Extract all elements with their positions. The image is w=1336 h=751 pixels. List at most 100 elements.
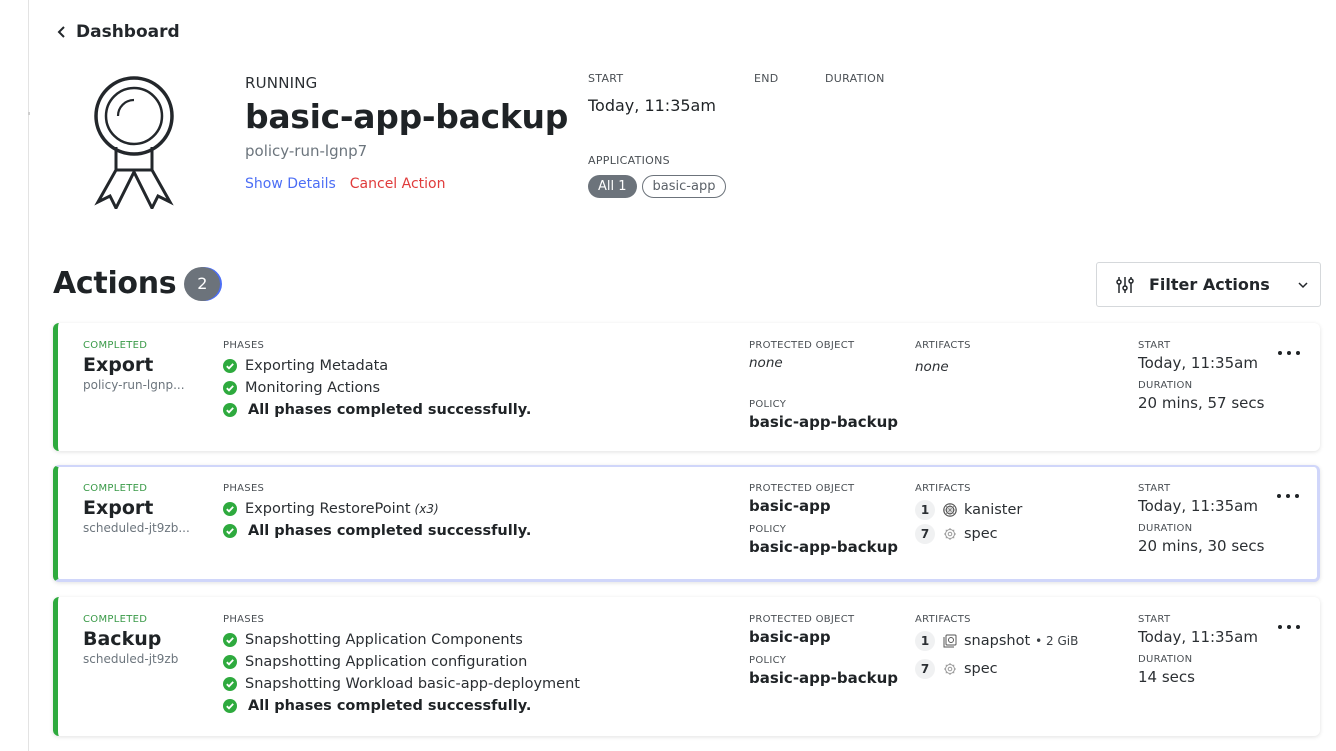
actions-title: Actions <box>53 266 177 301</box>
start-value: Today, 11:35am <box>1138 354 1258 372</box>
run-duration: DURATION <box>825 72 885 96</box>
protected-object-label: PROTECTED OBJECT <box>749 483 855 494</box>
artifact-count: 1 <box>915 631 935 651</box>
artifacts-label: ARTIFACTS <box>915 614 971 625</box>
phase-text: Snapshotting Application configuration <box>245 654 528 670</box>
phase-text: Snapshotting Application Components <box>245 632 523 648</box>
applications: APPLICATIONS All 1 basic-app <box>588 154 727 198</box>
start-value: Today, 11:35am <box>588 96 716 115</box>
check-circle-icon <box>223 359 237 373</box>
phase-text: All phases completed successfully. <box>248 402 532 418</box>
artifact-name: spec <box>964 526 998 542</box>
phase-text: All phases completed successfully. <box>248 698 532 714</box>
phase-item: Snapshotting Application configuration <box>223 651 580 673</box>
action-status: COMPLETED <box>83 614 148 625</box>
artifact-name: kanister <box>964 502 1023 518</box>
artifact-item[interactable]: 1 kanister <box>915 498 1022 522</box>
policy-value[interactable]: basic-app-backup <box>749 413 898 431</box>
back-link-label: Dashboard <box>76 22 180 42</box>
page-title: basic-app-backup <box>245 97 569 136</box>
actions-count-badge: 2 <box>184 266 221 301</box>
run-id: policy-run-lgnp7 <box>245 142 368 160</box>
action-run-id: policy-run-lgnp... <box>83 378 185 392</box>
phase-item: Monitoring Actions <box>223 377 531 399</box>
phase-multiplier: (x3) <box>414 502 439 516</box>
policy-label: POLICY <box>749 399 787 410</box>
duration-label: DURATION <box>1138 380 1193 391</box>
sliders-icon <box>1116 276 1134 293</box>
check-circle-icon <box>223 655 237 669</box>
policy-label: POLICY <box>749 655 787 666</box>
check-circle-icon <box>223 502 237 516</box>
check-circle-icon <box>223 403 237 417</box>
start-label: START <box>1138 614 1171 625</box>
artifacts-value: none <box>915 359 949 375</box>
artifact-name: spec <box>964 661 998 677</box>
action-card[interactable]: COMPLETED Export policy-run-lgnp... PHAS… <box>53 323 1320 451</box>
protected-object-label: PROTECTED OBJECT <box>749 614 855 625</box>
phase-text: Exporting RestorePoint <box>245 501 411 517</box>
action-run-id: scheduled-jt9zb <box>83 652 179 666</box>
phase-item-final: All phases completed successfully. <box>223 520 531 542</box>
spec-icon <box>944 663 956 675</box>
sidebar-collapse-handle[interactable] <box>28 112 30 115</box>
action-type: Export <box>83 354 154 376</box>
artifact-name: snapshot <box>964 633 1031 649</box>
more-options-icon[interactable] <box>1278 625 1300 635</box>
phase-item: Snapshotting Workload basic-app-deployme… <box>223 673 580 695</box>
check-circle-icon <box>223 677 237 691</box>
policy-label: POLICY <box>749 524 787 535</box>
phases-label: PHASES <box>223 614 265 625</box>
action-run-id: scheduled-jt9zb... <box>83 521 190 535</box>
artifact-size: • 2 GiB <box>1035 634 1079 648</box>
phases-label: PHASES <box>223 483 265 494</box>
more-options-icon[interactable] <box>1278 351 1300 361</box>
protected-object-label: PROTECTED OBJECT <box>749 340 855 351</box>
artifact-item[interactable]: 7 spec <box>915 655 1078 683</box>
filter-actions-label: Filter Actions <box>1149 275 1270 294</box>
duration-value: 20 mins, 57 secs <box>1138 394 1265 412</box>
phase-text: Exporting Metadata <box>245 358 389 374</box>
applications-label: APPLICATIONS <box>588 154 670 167</box>
show-details-link[interactable]: Show Details <box>245 176 336 192</box>
filter-actions-dropdown[interactable]: Filter Actions <box>1096 262 1321 307</box>
artifacts-label: ARTIFACTS <box>915 340 971 351</box>
sidebar-divider <box>28 0 30 751</box>
phase-text: Monitoring Actions <box>245 380 381 396</box>
award-ribbon-icon <box>94 76 174 209</box>
policy-value[interactable]: basic-app-backup <box>749 669 898 687</box>
start-label: START <box>588 72 624 85</box>
protected-object-value: none <box>749 355 783 371</box>
run-start: START Today, 11:35am <box>588 72 716 115</box>
action-card[interactable]: COMPLETED Backup scheduled-jt9zb PHASES … <box>53 597 1320 736</box>
start-label: START <box>1138 340 1171 351</box>
chevron-down-icon <box>1298 282 1308 289</box>
protected-object-value[interactable]: basic-app <box>749 497 898 515</box>
duration-label: DURATION <box>825 72 885 85</box>
check-circle-icon <box>223 699 237 713</box>
policy-value[interactable]: basic-app-backup <box>749 538 898 556</box>
action-card-selected[interactable]: COMPLETED Export scheduled-jt9zb... PHAS… <box>53 465 1320 582</box>
artifact-item[interactable]: 1 snapshot • 2 GiB <box>915 627 1078 655</box>
action-status: COMPLETED <box>83 483 148 494</box>
back-to-dashboard-link[interactable]: Dashboard <box>56 22 180 42</box>
check-circle-icon <box>223 381 237 395</box>
run-end: END <box>754 72 779 96</box>
phase-item-final: All phases completed successfully. <box>223 399 531 421</box>
phases-label: PHASES <box>223 340 265 351</box>
duration-label: DURATION <box>1138 654 1193 665</box>
kanister-icon <box>943 503 957 517</box>
phase-item: Exporting Metadata <box>223 355 531 377</box>
phase-item: Exporting RestorePoint (x3) <box>223 498 531 520</box>
artifact-count: 7 <box>915 524 935 544</box>
application-pill-all[interactable]: All 1 <box>588 175 637 198</box>
more-options-icon[interactable] <box>1277 494 1299 504</box>
application-pill[interactable]: basic-app <box>641 175 727 198</box>
duration-label: DURATION <box>1138 523 1193 534</box>
artifact-count: 7 <box>915 659 935 679</box>
action-status: COMPLETED <box>83 340 148 351</box>
artifact-item[interactable]: 7 spec <box>915 522 1022 546</box>
protected-object-value[interactable]: basic-app <box>749 628 898 646</box>
start-value: Today, 11:35am <box>1138 628 1258 646</box>
cancel-action-link[interactable]: Cancel Action <box>350 176 446 192</box>
